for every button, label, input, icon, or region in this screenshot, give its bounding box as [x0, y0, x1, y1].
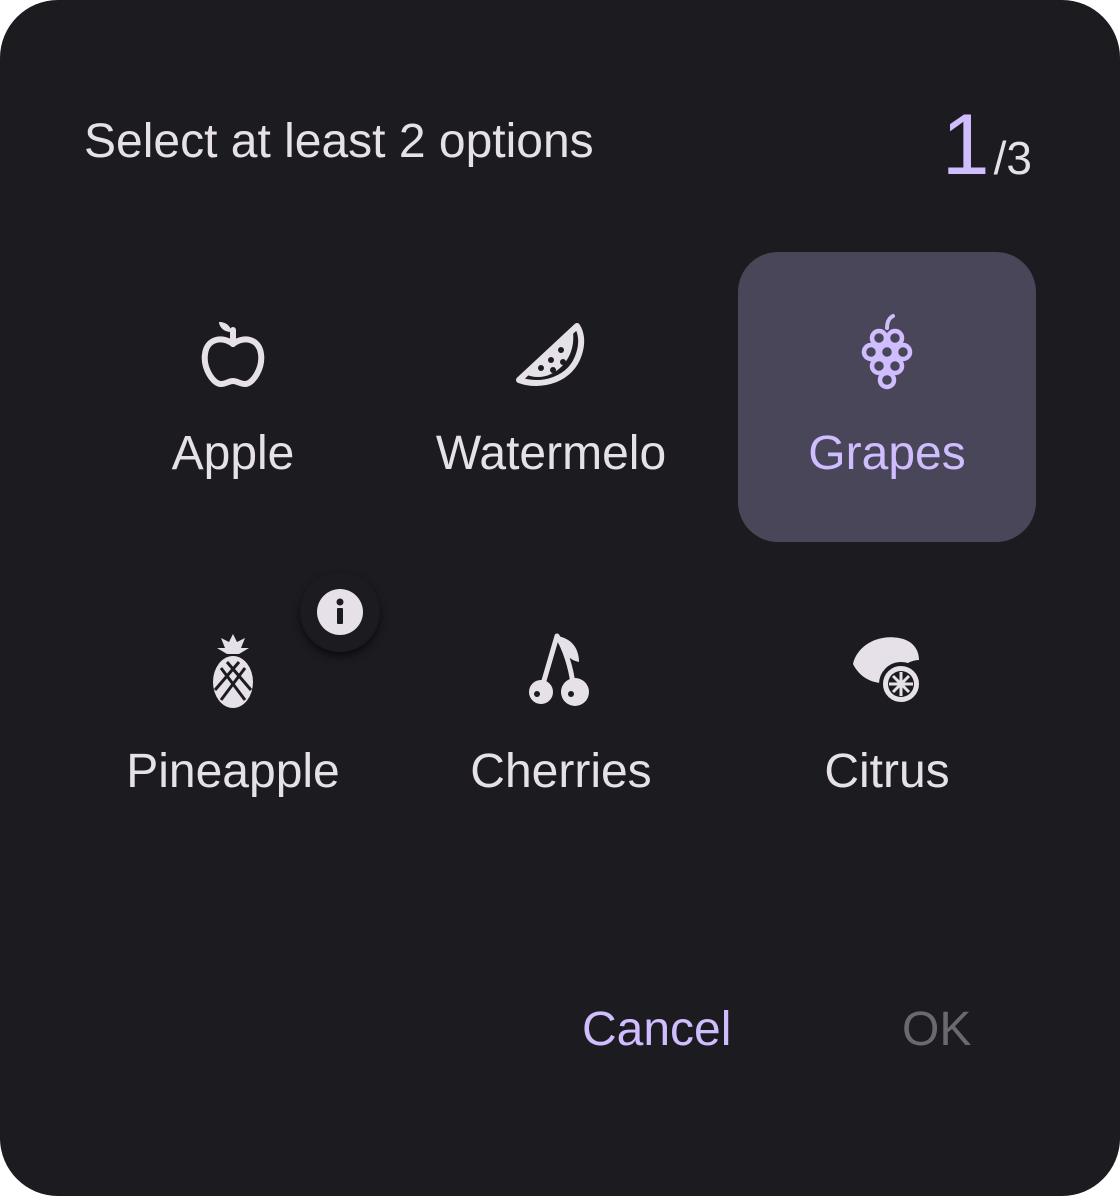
multi-select-dialog: Select at least 2 options 1 /3 Apple Wat… — [0, 0, 1120, 1196]
option-apple[interactable]: Apple — [84, 252, 382, 542]
info-button[interactable] — [300, 572, 380, 652]
option-label: Citrus — [824, 745, 950, 798]
selection-count: 1 — [941, 97, 990, 193]
cherries-icon — [529, 633, 589, 706]
watermelon-icon — [516, 323, 585, 386]
citrus-icon — [853, 637, 923, 706]
option-label: Watermelo — [435, 427, 667, 480]
option-label: Grapes — [808, 427, 966, 480]
option-grapes[interactable]: Grapes — [738, 252, 1036, 542]
cancel-button[interactable]: Cancel — [582, 998, 731, 1062]
selection-total: /3 — [993, 132, 1032, 184]
option-cherries[interactable]: Cherries — [412, 570, 710, 860]
ok-button[interactable]: OK — [902, 998, 971, 1062]
option-label: Pineapple — [126, 745, 340, 798]
option-citrus[interactable]: Citrus — [738, 570, 1036, 860]
info-icon — [336, 598, 344, 624]
option-label: Apple — [171, 427, 295, 480]
apple-icon — [201, 322, 265, 387]
option-watermelon[interactable]: Watermelo — [402, 252, 700, 542]
option-label: Cherries — [470, 745, 652, 798]
dialog-title: Select at least 2 options — [84, 115, 594, 168]
pineapple-icon — [213, 634, 253, 708]
selection-counter: 1 /3 — [942, 100, 1032, 190]
grapes-icon — [861, 314, 913, 390]
